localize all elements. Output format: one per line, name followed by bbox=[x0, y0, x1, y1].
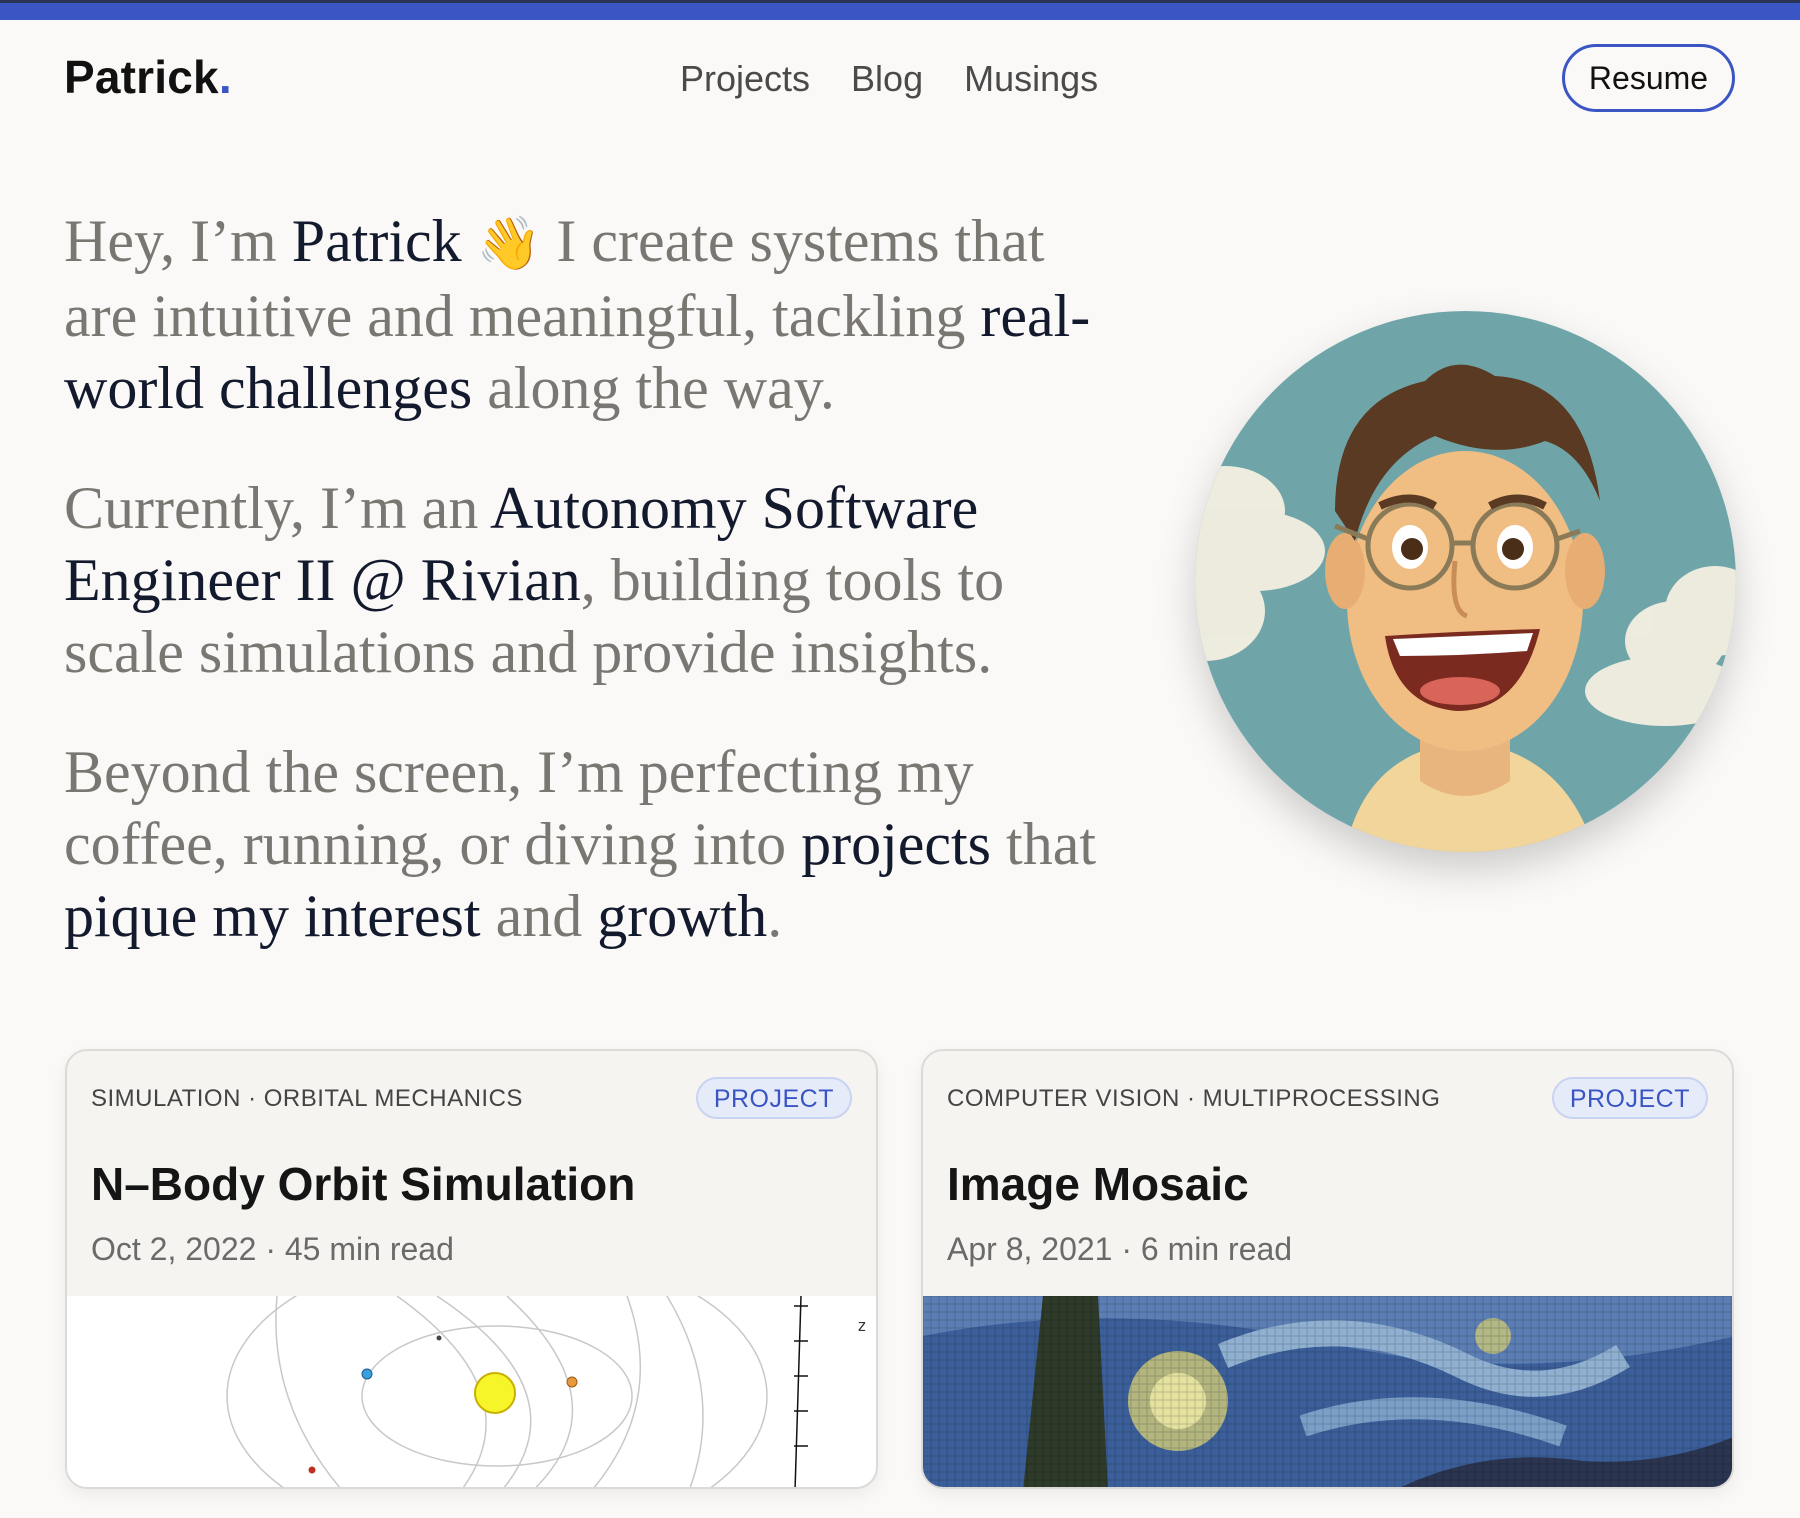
role-paragraph: Currently, I’m an Autonomy Software Engi… bbox=[64, 472, 1104, 688]
waving-hand-icon: 👋 bbox=[476, 214, 542, 274]
card-title[interactable]: Image Mosaic bbox=[947, 1157, 1249, 1211]
project-badge: PROJECT bbox=[695, 1077, 852, 1119]
resume-button[interactable]: Resume bbox=[1562, 44, 1735, 112]
interest-highlight: pique my interest bbox=[64, 883, 481, 949]
name-highlight: Patrick bbox=[291, 208, 462, 274]
nav-link-projects[interactable]: Projects bbox=[680, 58, 810, 100]
project-card-nbody[interactable]: SIMULATION · ORBITAL MECHANICS PROJECT N… bbox=[65, 1049, 878, 1489]
projects-highlight: projects bbox=[801, 811, 992, 877]
project-badge: PROJECT bbox=[1551, 1077, 1708, 1119]
card-tags: SIMULATION · ORBITAL MECHANICS bbox=[91, 1085, 523, 1112]
card-title[interactable]: N–Body Orbit Simulation bbox=[91, 1157, 635, 1211]
avatar-illustration bbox=[1195, 311, 1736, 852]
nav-link-blog[interactable]: Blog bbox=[851, 58, 923, 100]
hobbies-paragraph: Beyond the screen, I’m perfecting my cof… bbox=[64, 736, 1104, 952]
card-meta: Oct 2, 2022 · 45 min read bbox=[91, 1231, 454, 1267]
site-header: Patrick. Projects Blog Musings Resume bbox=[0, 20, 1800, 140]
card-meta: Apr 8, 2021 · 6 min read bbox=[947, 1231, 1293, 1267]
role-text: Currently, I’m an bbox=[64, 475, 491, 541]
top-accent-bar bbox=[0, 0, 1800, 20]
intro-text: Hey, I’m bbox=[64, 208, 292, 274]
hero-intro: Hey, I’m Patrick 👋 I create systems that… bbox=[64, 205, 1104, 1000]
logo-text: Patrick bbox=[64, 51, 219, 103]
intro-space bbox=[462, 208, 477, 274]
card-tags: COMPUTER VISION · MULTIPROCESSING bbox=[947, 1085, 1441, 1112]
project-card-image-mosaic[interactable]: COMPUTER VISION · MULTIPROCESSING PROJEC… bbox=[921, 1049, 1734, 1489]
hobbies-text-3: and bbox=[480, 883, 598, 949]
site-logo[interactable]: Patrick. bbox=[64, 50, 232, 104]
orbit-simulation-thumbnail: z bbox=[67, 1245, 876, 1487]
growth-highlight: growth bbox=[597, 883, 768, 949]
mosaic-thumbnail bbox=[923, 1296, 1732, 1487]
intro-paragraph: Hey, I’m Patrick 👋 I create systems that… bbox=[64, 205, 1104, 424]
hobbies-text-2: that bbox=[991, 811, 1097, 877]
logo-dot: . bbox=[218, 51, 232, 103]
hobbies-period: . bbox=[767, 883, 783, 949]
axis-label-z: z bbox=[857, 1316, 867, 1335]
nav-link-musings[interactable]: Musings bbox=[964, 58, 1098, 100]
main-nav: Projects Blog Musings bbox=[680, 58, 1098, 100]
intro-text-3: along the way. bbox=[472, 355, 835, 421]
